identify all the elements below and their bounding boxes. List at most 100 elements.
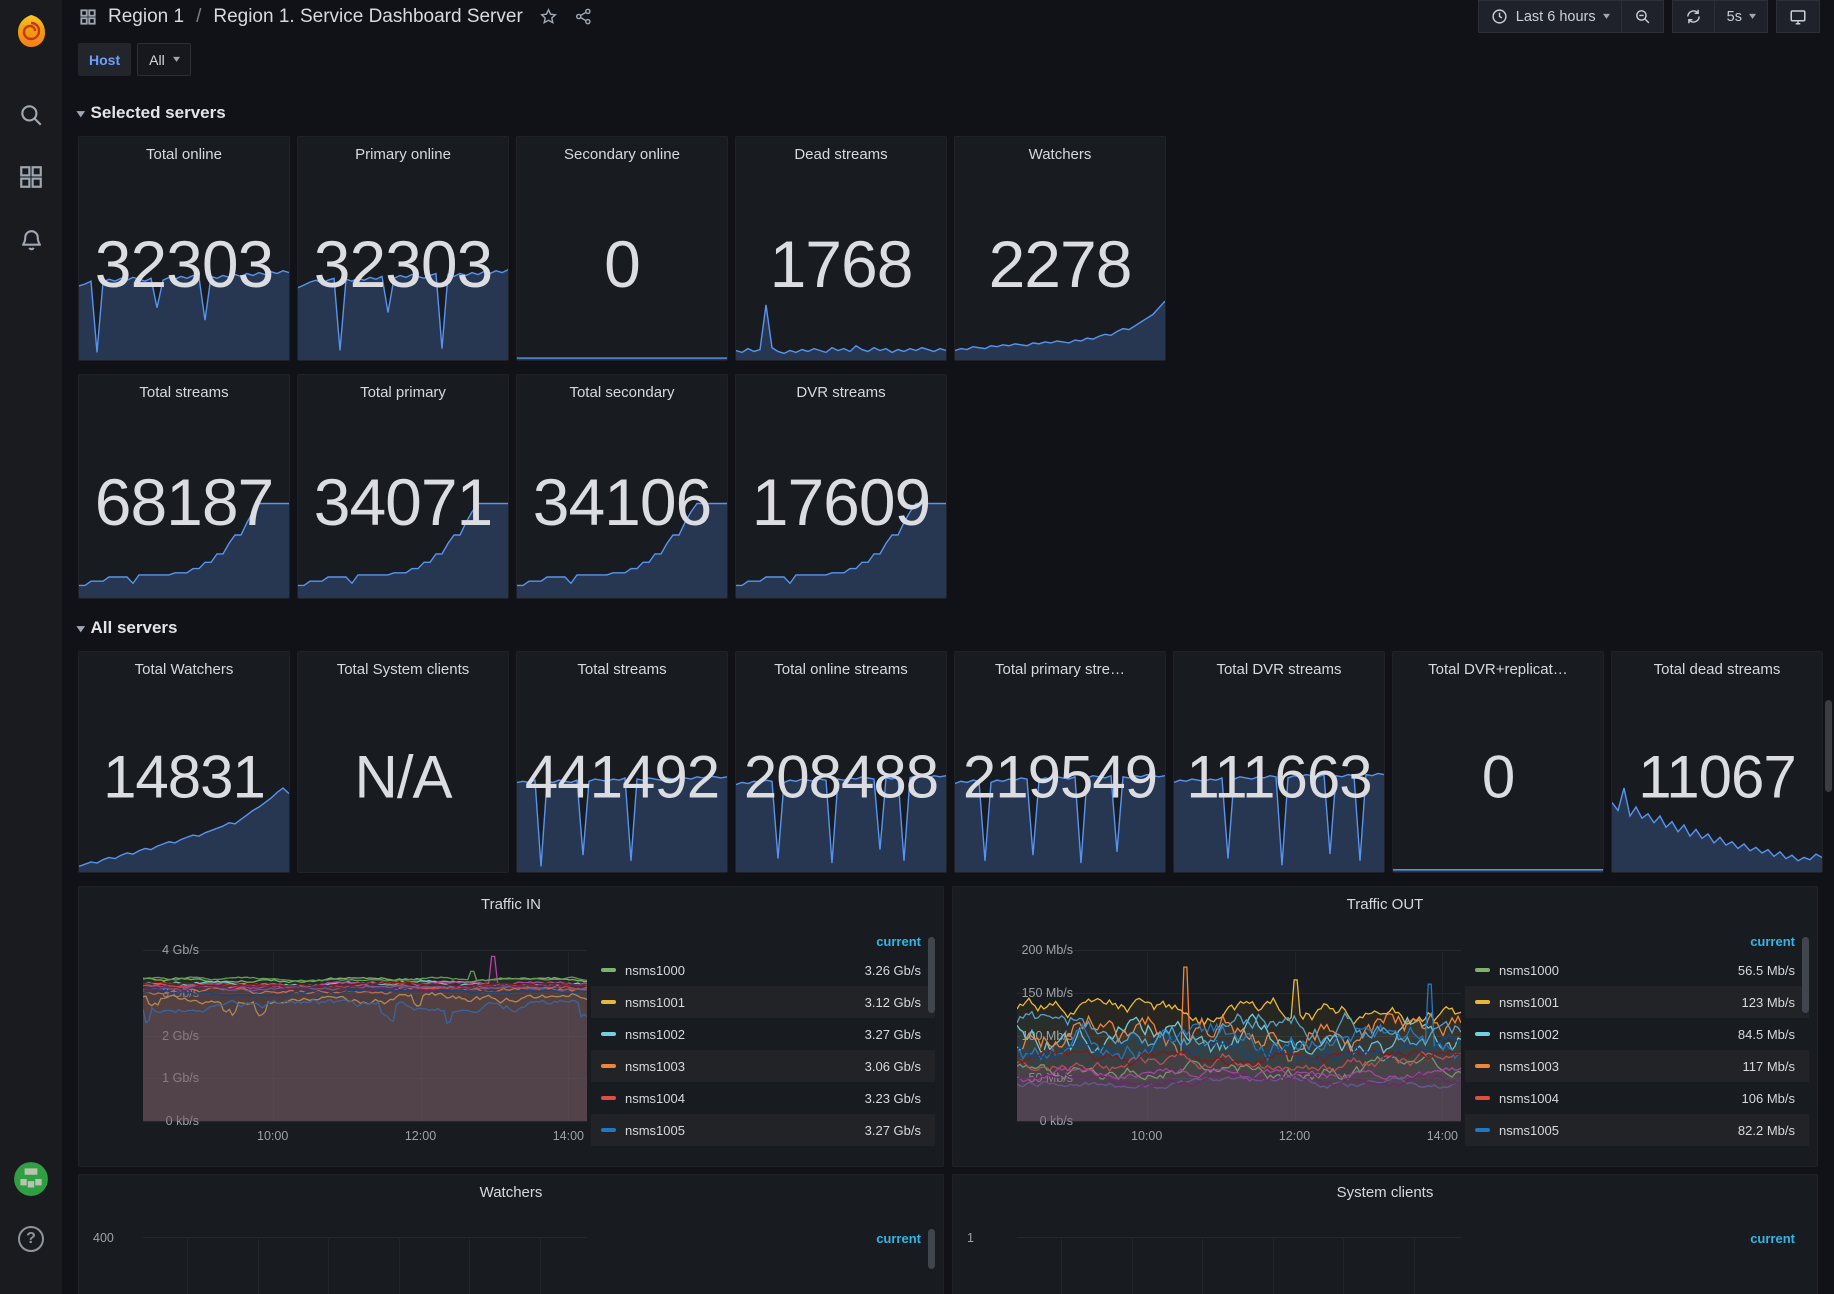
gridline <box>469 1237 470 1294</box>
help-icon[interactable]: ? <box>12 1220 50 1258</box>
stat-value: 11067 <box>1612 743 1822 812</box>
series-name[interactable]: nsms1000 <box>625 963 865 978</box>
panel-title[interactable]: Total dead streams <box>1612 652 1822 678</box>
gridline <box>1017 1237 1461 1238</box>
legend-row-nsms1004[interactable]: nsms10043.23 Gb/s <box>591 1082 935 1114</box>
legend-row-nsms1000[interactable]: nsms100056.5 Mb/s <box>1465 954 1809 986</box>
series-name[interactable]: nsms1004 <box>625 1091 865 1106</box>
row-header-all-servers[interactable]: ▾ All servers <box>78 607 1834 649</box>
y-axis-tick: 1 <box>967 1231 974 1245</box>
time-range-picker[interactable]: Last 6 hours ▾ <box>1478 0 1622 33</box>
panel-title[interactable]: DVR streams <box>736 375 946 401</box>
panel-title[interactable]: Total DVR+replicat… <box>1393 652 1603 678</box>
share-icon[interactable] <box>574 7 593 26</box>
search-icon[interactable] <box>12 96 50 134</box>
page-scrollbar[interactable] <box>1825 700 1832 792</box>
legend-row-nsms1000[interactable]: nsms10003.26 Gb/s <box>591 954 935 986</box>
panel-title[interactable]: Total Watchers <box>79 652 289 678</box>
traffic-in-plot[interactable]: 4 Gb/s3 Gb/s2 Gb/s1 Gb/s0 kb/s10:0012:00… <box>143 950 587 1121</box>
panel-title[interactable]: Traffic IN <box>79 887 943 913</box>
traffic-in-legend: current nsms10003.26 Gb/snsms10013.12 Gb… <box>591 931 935 1146</box>
legend-scrollbar[interactable] <box>928 1229 935 1269</box>
panel-title[interactable]: Watchers <box>955 137 1165 163</box>
gridline <box>1061 1237 1062 1294</box>
panel-title[interactable]: Total DVR streams <box>1174 652 1384 678</box>
legend-row-nsms1005[interactable]: nsms100582.2 Mb/s <box>1465 1114 1809 1146</box>
legend-row-nsms1004[interactable]: nsms1004106 Mb/s <box>1465 1082 1809 1114</box>
stat-panel-total-online-streams: Total online streams208488 <box>735 651 947 873</box>
row-header-selected-servers[interactable]: ▾ Selected servers <box>78 92 1834 134</box>
refresh-interval-picker[interactable]: 5s ▾ <box>1715 0 1768 33</box>
user-avatar[interactable] <box>12 1160 50 1198</box>
main-area: Region 1 / Region 1. Service Dashboard S… <box>62 0 1834 1294</box>
legend-row-nsms1003[interactable]: nsms10033.06 Gb/s <box>591 1050 935 1082</box>
stat-panel-total-streams: Total streams 441492 <box>516 651 728 873</box>
series-name[interactable]: nsms1000 <box>1499 963 1738 978</box>
series-name[interactable]: nsms1004 <box>1499 1091 1742 1106</box>
series-name[interactable]: nsms1003 <box>625 1059 865 1074</box>
zoom-out-button[interactable] <box>1622 0 1664 33</box>
stat-panel-total-dvr-streams: Total DVR streams111663 <box>1173 651 1385 873</box>
panel-title[interactable]: Total secondary <box>517 375 727 401</box>
series-name[interactable]: nsms1003 <box>1499 1059 1742 1074</box>
legend-scrollbar[interactable] <box>928 937 935 1013</box>
legend-row-nsms1001[interactable]: nsms10013.12 Gb/s <box>591 986 935 1018</box>
stat-value: 441492 <box>517 743 727 812</box>
legend-row-nsms1002[interactable]: nsms100284.5 Mb/s <box>1465 1018 1809 1050</box>
stat-panel-primary-online: Primary online32303 <box>297 136 509 361</box>
panel-title[interactable]: Watchers <box>79 1175 943 1201</box>
legend-row-nsms1005[interactable]: nsms10053.27 Gb/s <box>591 1114 935 1146</box>
panel-title[interactable]: Total System clients <box>298 652 508 678</box>
panel-watchers: Watchers 400 current <box>78 1174 944 1294</box>
stat-value: 17609 <box>736 464 946 540</box>
legend-row-nsms1001[interactable]: nsms1001123 Mb/s <box>1465 986 1809 1018</box>
series-color-swatch <box>601 1000 616 1004</box>
panel-title[interactable]: Total primary <box>298 375 508 401</box>
star-icon[interactable] <box>539 7 558 26</box>
panel-title[interactable]: Total online streams <box>736 652 946 678</box>
panel-title[interactable]: Total streams <box>517 652 727 678</box>
series-name[interactable]: nsms1005 <box>625 1123 865 1138</box>
grafana-logo-icon[interactable] <box>12 12 50 50</box>
panel-title[interactable]: Total streams <box>79 375 289 401</box>
series-current-value: 56.5 Mb/s <box>1738 963 1795 978</box>
variable-host-value-dropdown[interactable]: All ▾ <box>137 43 191 76</box>
refresh-button[interactable] <box>1672 0 1715 33</box>
series-name[interactable]: nsms1001 <box>625 995 865 1010</box>
top-navbar: Region 1 / Region 1. Service Dashboard S… <box>62 0 1834 33</box>
panel-title[interactable]: System clients <box>953 1175 1817 1201</box>
panel-title[interactable]: Traffic OUT <box>953 887 1817 913</box>
legend-row-nsms1002[interactable]: nsms10023.27 Gb/s <box>591 1018 935 1050</box>
stat-panel-total-dead-streams: Total dead streams 11067 <box>1611 651 1823 873</box>
traffic-out-plot[interactable]: 200 Mb/s150 Mb/s100 Mb/s50 Mb/s0 kb/s10:… <box>1017 950 1461 1121</box>
legend-row-nsms1003[interactable]: nsms1003117 Mb/s <box>1465 1050 1809 1082</box>
navbar-controls: Last 6 hours ▾ <box>1478 0 1820 33</box>
legend-current-header[interactable]: current <box>876 1231 921 1246</box>
breadcrumb-folder[interactable]: Region 1 <box>108 6 184 28</box>
stat-panel-total-system-clients: Total System clientsN/A <box>297 651 509 873</box>
legend-current-header[interactable]: current <box>591 931 935 954</box>
panel-title[interactable]: Total online <box>79 137 289 163</box>
panel-title[interactable]: Secondary online <box>517 137 727 163</box>
series-name[interactable]: nsms1002 <box>1499 1027 1738 1042</box>
gridline <box>1343 1237 1344 1294</box>
panel-title[interactable]: Dead streams <box>736 137 946 163</box>
stat-panel-total-watchers: Total Watchers14831 <box>78 651 290 873</box>
series-name[interactable]: nsms1002 <box>625 1027 865 1042</box>
variable-host-label[interactable]: Host <box>78 43 131 76</box>
legend-scrollbar[interactable] <box>1802 937 1809 1013</box>
breadcrumb-dashboard-title[interactable]: Region 1. Service Dashboard Server <box>213 6 522 28</box>
series-color-swatch <box>1475 1064 1490 1068</box>
series-name[interactable]: nsms1001 <box>1499 995 1742 1010</box>
alerting-bell-icon[interactable] <box>12 220 50 258</box>
legend-current-header[interactable]: current <box>1750 1231 1795 1246</box>
dashboards-icon[interactable] <box>12 158 50 196</box>
panel-title[interactable]: Total primary stre… <box>955 652 1165 678</box>
legend-current-header[interactable]: current <box>1465 931 1809 954</box>
chevron-down-icon: ▾ <box>77 107 85 120</box>
stat-panel-dvr-streams: DVR streams 17609 <box>735 374 947 599</box>
panel-title[interactable]: Primary online <box>298 137 508 163</box>
tv-mode-button[interactable] <box>1776 0 1820 33</box>
series-name[interactable]: nsms1005 <box>1499 1123 1738 1138</box>
row-header-label: Selected servers <box>91 103 226 123</box>
